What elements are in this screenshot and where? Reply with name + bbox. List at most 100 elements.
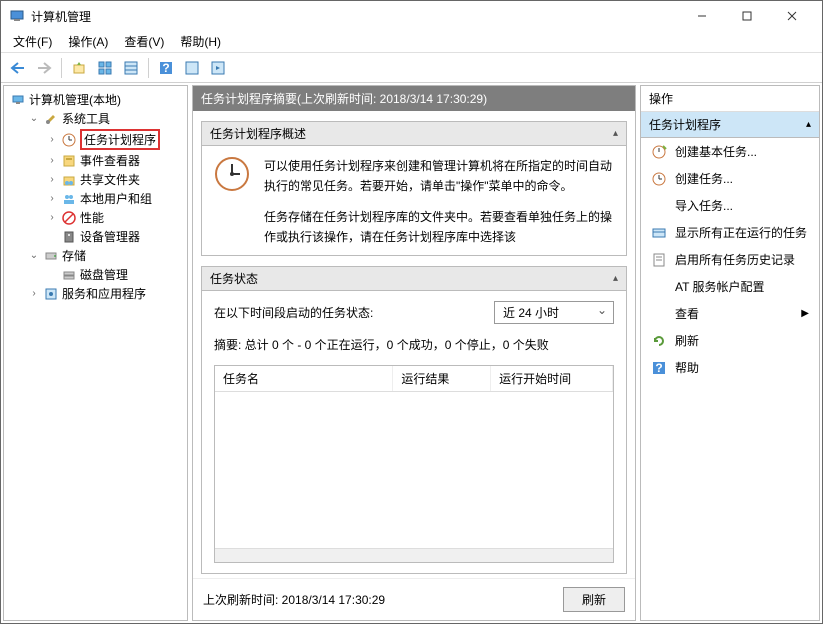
tree-device-manager-label: 设备管理器 xyxy=(80,228,140,245)
action-refresh[interactable]: 刷新 xyxy=(641,327,819,354)
content-area: 计算机管理(本地) ⌄ 系统工具 › 任务计划程序 xyxy=(1,83,822,623)
tree-task-scheduler-label: 任务计划程序 xyxy=(80,129,160,150)
action-refresh-label: 刷新 xyxy=(675,332,699,349)
menu-action[interactable]: 操作(A) xyxy=(62,31,114,52)
action-import-task[interactable]: 导入任务... xyxy=(641,192,819,219)
collapse-icon: ▴ xyxy=(613,273,618,284)
chevron-right-icon: › xyxy=(46,134,58,145)
chevron-right-icon: › xyxy=(46,212,58,223)
device-icon xyxy=(61,229,77,245)
menu-file[interactable]: 文件(F) xyxy=(7,31,58,52)
summary-header: 任务计划程序摘要(上次刷新时间: 2018/3/14 17:30:29) xyxy=(193,86,635,111)
footer-row: 上次刷新时间: 2018/3/14 17:30:29 刷新 xyxy=(193,578,635,620)
event-icon xyxy=(61,153,77,169)
status-summary-text: 摘要: 总计 0 个 - 0 个正在运行，0 个成功，0 个停止，0 个失败 xyxy=(214,336,614,353)
window-title: 计算机管理 xyxy=(31,8,679,25)
action-create-task[interactable]: 创建任务... xyxy=(641,165,819,192)
tools-icon xyxy=(43,111,59,127)
action-help[interactable]: ? 帮助 xyxy=(641,354,819,381)
at-service-icon xyxy=(651,279,667,295)
clock-large-icon xyxy=(214,156,254,245)
create-task-icon xyxy=(651,171,667,187)
action-import-label: 导入任务... xyxy=(675,197,733,214)
chevron-right-icon: › xyxy=(28,288,40,299)
tree-local-users[interactable]: › 本地用户和组 xyxy=(44,189,185,208)
action-at-service-label: AT 服务帐户配置 xyxy=(675,278,765,295)
collapse-icon[interactable]: ▴ xyxy=(806,119,811,130)
tree-task-scheduler[interactable]: › 任务计划程序 xyxy=(44,128,185,151)
refresh-button[interactable]: 刷新 xyxy=(563,587,625,612)
action-view[interactable]: 查看 ▶ xyxy=(641,300,819,327)
horizontal-scrollbar[interactable] xyxy=(215,548,613,562)
back-button[interactable] xyxy=(7,57,29,79)
toolbar-extra-2[interactable] xyxy=(207,57,229,79)
menubar: 文件(F) 操作(A) 查看(V) 帮助(H) xyxy=(1,31,822,53)
overview-title: 任务计划程序概述 xyxy=(210,125,306,142)
action-create-basic-label: 创建基本任务... xyxy=(675,143,757,160)
action-help-label: 帮助 xyxy=(675,359,699,376)
create-basic-icon xyxy=(651,144,667,160)
minimize-button[interactable] xyxy=(679,2,724,30)
action-at-service[interactable]: AT 服务帐户配置 xyxy=(641,273,819,300)
toolbar-extra-1[interactable] xyxy=(181,57,203,79)
tree-system-tools-label: 系统工具 xyxy=(62,110,110,127)
list-button[interactable] xyxy=(120,57,142,79)
action-enable-history-label: 启用所有任务历史记录 xyxy=(675,251,795,268)
running-icon xyxy=(651,225,667,241)
forward-button[interactable] xyxy=(33,57,55,79)
help-button[interactable]: ? xyxy=(155,57,177,79)
status-period-dropdown[interactable]: 近 24 小时 xyxy=(494,301,614,324)
status-section-header[interactable]: 任务状态 ▴ xyxy=(201,266,627,291)
overview-section-header[interactable]: 任务计划程序概述 ▴ xyxy=(201,121,627,146)
tree-services-apps-label: 服务和应用程序 xyxy=(62,285,146,302)
status-title: 任务状态 xyxy=(210,270,258,287)
history-icon xyxy=(651,252,667,268)
svg-text:?: ? xyxy=(162,61,169,75)
col-task-name[interactable]: 任务名 xyxy=(215,366,393,391)
col-run-start[interactable]: 运行开始时间 xyxy=(491,366,613,391)
tree-shared-folders-label: 共享文件夹 xyxy=(80,171,140,188)
tree-local-users-label: 本地用户和组 xyxy=(80,190,152,207)
status-period-value: 近 24 小时 xyxy=(503,306,559,320)
computer-icon xyxy=(10,92,26,108)
action-show-running-label: 显示所有正在运行的任务 xyxy=(675,224,807,241)
users-icon xyxy=(61,191,77,207)
tree-root-item[interactable]: 计算机管理(本地) xyxy=(8,90,185,109)
tree-system-tools[interactable]: ⌄ 系统工具 xyxy=(26,109,185,128)
tree-shared-folders[interactable]: › 共享文件夹 xyxy=(44,170,185,189)
status-body: 在以下时间段启动的任务状态: 近 24 小时 摘要: 总计 0 个 - 0 个正… xyxy=(201,291,627,574)
overview-text-1: 可以使用任务计划程序来创建和管理计算机将在所指定的时间自动执行的常见任务。若要开… xyxy=(264,156,614,197)
tree-storage[interactable]: ⌄ 存储 xyxy=(26,246,185,265)
properties-button[interactable] xyxy=(94,57,116,79)
chevron-right-icon: › xyxy=(46,193,58,204)
action-enable-history[interactable]: 启用所有任务历史记录 xyxy=(641,246,819,273)
tree-performance[interactable]: › 性能 xyxy=(44,208,185,227)
up-button[interactable] xyxy=(68,57,90,79)
tree-disk-mgmt[interactable]: 磁盘管理 xyxy=(44,265,185,284)
folder-icon xyxy=(61,172,77,188)
collapse-icon: ▴ xyxy=(613,128,618,139)
col-run-result[interactable]: 运行结果 xyxy=(393,366,491,391)
view-icon xyxy=(651,306,667,322)
maximize-button[interactable] xyxy=(724,2,769,30)
tree-storage-label: 存储 xyxy=(62,247,86,264)
actions-heading: 任务计划程序 ▴ xyxy=(641,112,819,138)
close-button[interactable] xyxy=(769,2,814,30)
tree-services-apps[interactable]: › 服务和应用程序 xyxy=(26,284,185,303)
storage-icon xyxy=(43,248,59,264)
task-table: 任务名 运行结果 运行开始时间 xyxy=(214,365,614,563)
overview-section: 任务计划程序概述 ▴ 可以使用任务计划程序来创建和管理计算机将在所指定的时间自动… xyxy=(201,121,627,256)
chevron-right-icon: › xyxy=(46,174,58,185)
menu-view[interactable]: 查看(V) xyxy=(118,31,170,52)
menu-help[interactable]: 帮助(H) xyxy=(174,31,227,52)
refresh-icon xyxy=(651,333,667,349)
action-create-basic-task[interactable]: 创建基本任务... xyxy=(641,138,819,165)
tree-device-manager[interactable]: 设备管理器 xyxy=(44,227,185,246)
action-show-running[interactable]: 显示所有正在运行的任务 xyxy=(641,219,819,246)
toolbar: ? xyxy=(1,53,822,83)
clock-icon xyxy=(61,132,77,148)
task-table-body xyxy=(215,392,613,548)
import-icon xyxy=(651,198,667,214)
tree-event-viewer[interactable]: › 事件查看器 xyxy=(44,151,185,170)
tree-disk-mgmt-label: 磁盘管理 xyxy=(80,266,128,283)
